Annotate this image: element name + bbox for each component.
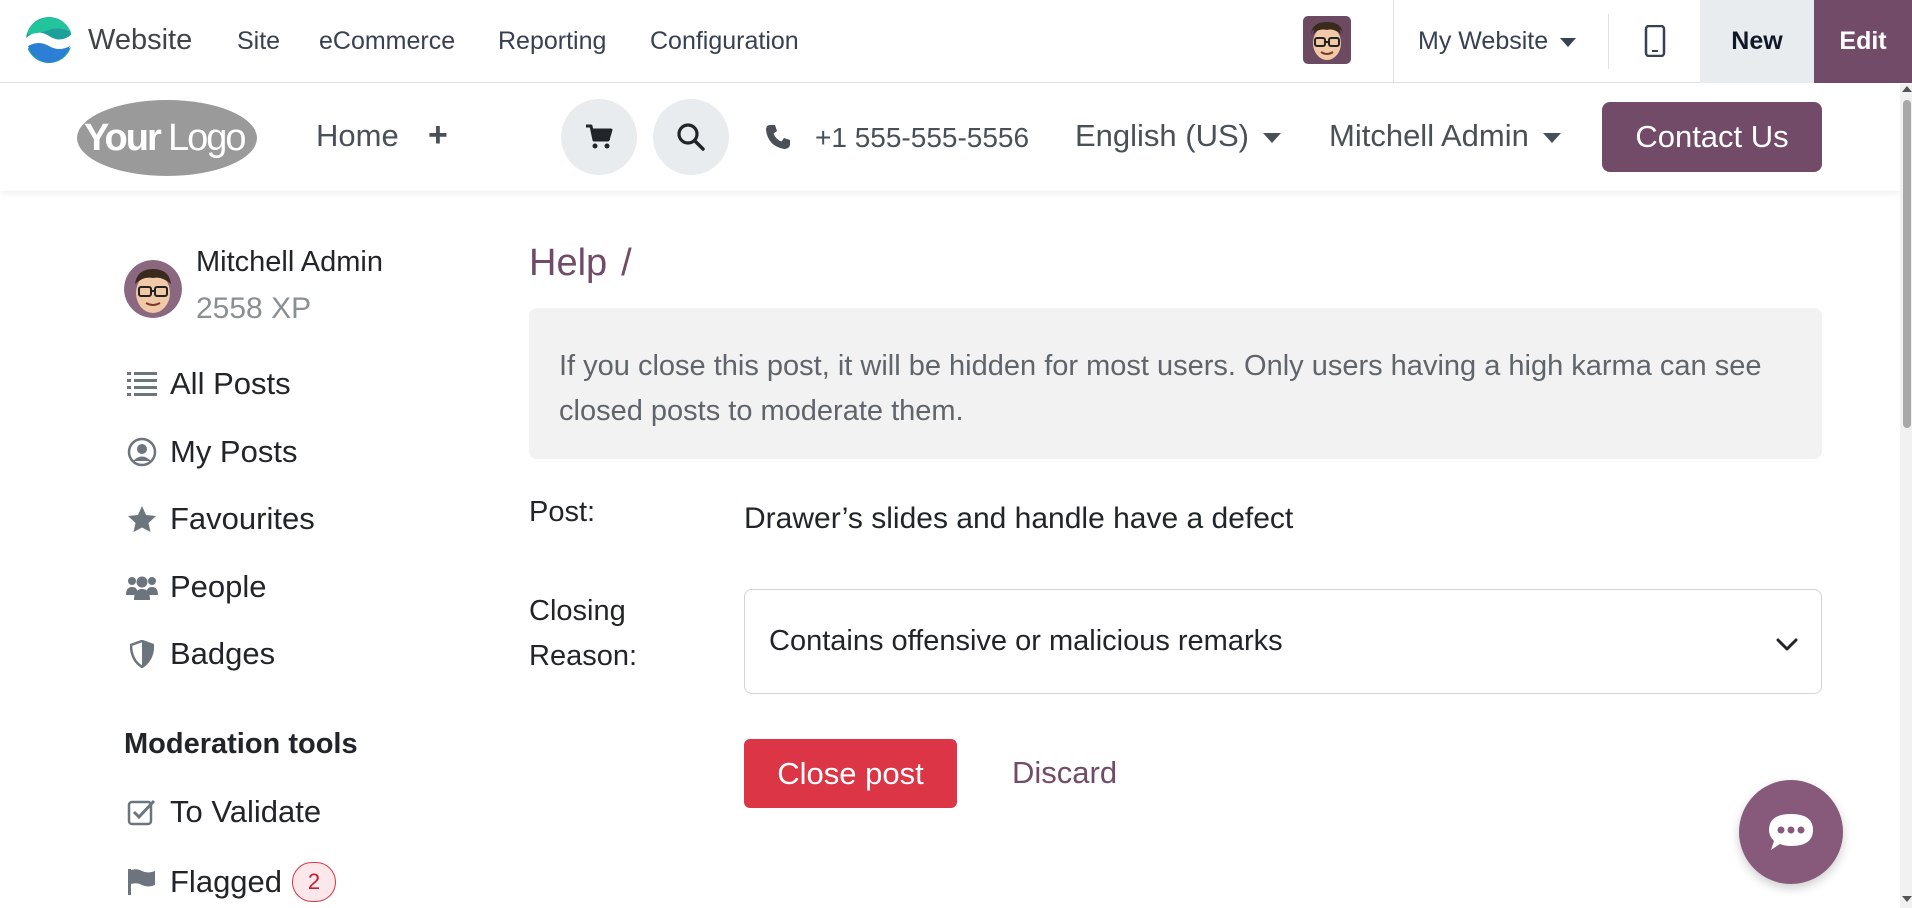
- star-icon: [126, 503, 158, 535]
- website-app-icon[interactable]: [25, 16, 73, 64]
- close-info-alert: If you close this post, it will be hidde…: [529, 308, 1822, 459]
- svg-text:Your: Your: [84, 117, 162, 159]
- sidebar-item-favourites[interactable]: Favourites: [126, 501, 315, 537]
- website-selector-label: My Website: [1418, 27, 1549, 55]
- closing-reason-select[interactable]: Contains offensive or malicious remarks: [744, 589, 1822, 694]
- phone-number[interactable]: +1 555-555-5556: [815, 122, 1029, 154]
- contact-us-button[interactable]: Contact Us: [1602, 102, 1822, 172]
- breadcrumb: Help /: [529, 242, 632, 285]
- post-title: Drawer’s slides and handle have a defect: [744, 502, 1294, 535]
- breadcrumb-help[interactable]: Help: [529, 242, 607, 284]
- check-square-icon: [126, 796, 158, 828]
- profile-xp: 2558 XP: [196, 292, 312, 325]
- caret-down-icon: [1560, 37, 1577, 47]
- sidebar-item-to-validate[interactable]: To Validate: [126, 794, 321, 830]
- user-menu-label: Mitchell Admin: [1329, 118, 1529, 153]
- sidebar-item-my-posts[interactable]: My Posts: [126, 434, 297, 470]
- site-logo[interactable]: Your Logo: [76, 98, 258, 183]
- sidebar-item-label: All Posts: [170, 366, 291, 401]
- sidebar-item-label: Favourites: [170, 501, 315, 536]
- moderation-tools-heading: Moderation tools: [124, 728, 358, 760]
- mobile-preview-icon[interactable]: [1643, 24, 1667, 62]
- scroll-up-arrow-icon[interactable]: [1902, 86, 1912, 92]
- post-label: Post:: [529, 496, 596, 528]
- menu-reporting[interactable]: Reporting: [498, 27, 606, 56]
- nav-home[interactable]: Home: [316, 118, 399, 154]
- closing-reason-value: Contains offensive or malicious remarks: [769, 625, 1283, 657]
- livechat-button[interactable]: [1739, 780, 1843, 884]
- chat-bubble-icon: [1769, 814, 1813, 850]
- search-button[interactable]: [653, 99, 729, 175]
- closing-reason-label-line1: Closing: [529, 595, 626, 627]
- flagged-count-badge: 2: [292, 862, 337, 902]
- website-selector[interactable]: My Website: [1418, 27, 1577, 56]
- chevron-down-icon: [1775, 628, 1799, 661]
- sidebar-item-label: Badges: [170, 636, 276, 671]
- discard-button[interactable]: Discard: [1012, 755, 1117, 791]
- user-menu[interactable]: Mitchell Admin: [1329, 118, 1561, 154]
- sidebar-item-label: To Validate: [170, 794, 322, 829]
- new-button[interactable]: New: [1700, 0, 1814, 83]
- sidebar-item-label: People: [170, 569, 267, 604]
- closing-reason-label-line2: Reason:: [529, 640, 638, 672]
- phone-icon: [765, 124, 791, 155]
- profile-name[interactable]: Mitchell Admin: [196, 246, 383, 279]
- list-icon: [126, 368, 158, 400]
- admin-avatar[interactable]: [1303, 16, 1351, 64]
- app-name[interactable]: Website: [88, 24, 192, 57]
- sidebar-item-label: My Posts: [170, 434, 298, 469]
- site-header: Your Logo Home + +1 555-555-5556 English…: [0, 84, 1900, 191]
- admin-navbar: Website Site eCommerce Reporting Configu…: [0, 0, 1912, 83]
- flag-icon: [126, 866, 158, 898]
- language-label: English (US): [1075, 118, 1249, 153]
- menu-ecommerce[interactable]: eCommerce: [319, 27, 455, 56]
- scrollbar-thumb[interactable]: [1903, 100, 1911, 428]
- add-page-icon[interactable]: +: [428, 116, 448, 155]
- menu-configuration[interactable]: Configuration: [650, 27, 799, 56]
- cart-button[interactable]: [561, 99, 637, 175]
- sidebar-item-flagged[interactable]: Flagged 2: [126, 862, 337, 902]
- breadcrumb-separator: /: [621, 242, 632, 284]
- close-post-button[interactable]: Close post: [744, 739, 957, 808]
- language-selector[interactable]: English (US): [1075, 118, 1281, 154]
- profile-avatar[interactable]: [124, 260, 182, 318]
- cart-icon: [586, 124, 613, 149]
- sidebar-item-label: Flagged: [170, 864, 283, 899]
- edit-button[interactable]: Edit: [1814, 0, 1912, 83]
- divider: [1608, 14, 1609, 69]
- users-icon: [126, 571, 158, 603]
- svg-text:Logo: Logo: [168, 117, 245, 159]
- scroll-down-arrow-icon[interactable]: [1902, 896, 1912, 902]
- search-icon: [677, 123, 705, 151]
- divider: [1393, 0, 1394, 83]
- sidebar-item-badges[interactable]: Badges: [126, 636, 275, 672]
- shield-icon: [126, 638, 158, 670]
- caret-down-icon: [1263, 132, 1281, 143]
- sidebar-item-people[interactable]: People: [126, 569, 267, 605]
- user-circle-icon: [126, 436, 158, 468]
- menu-site[interactable]: Site: [237, 27, 280, 56]
- sidebar-item-all-posts[interactable]: All Posts: [126, 366, 291, 402]
- caret-down-icon: [1542, 132, 1561, 143]
